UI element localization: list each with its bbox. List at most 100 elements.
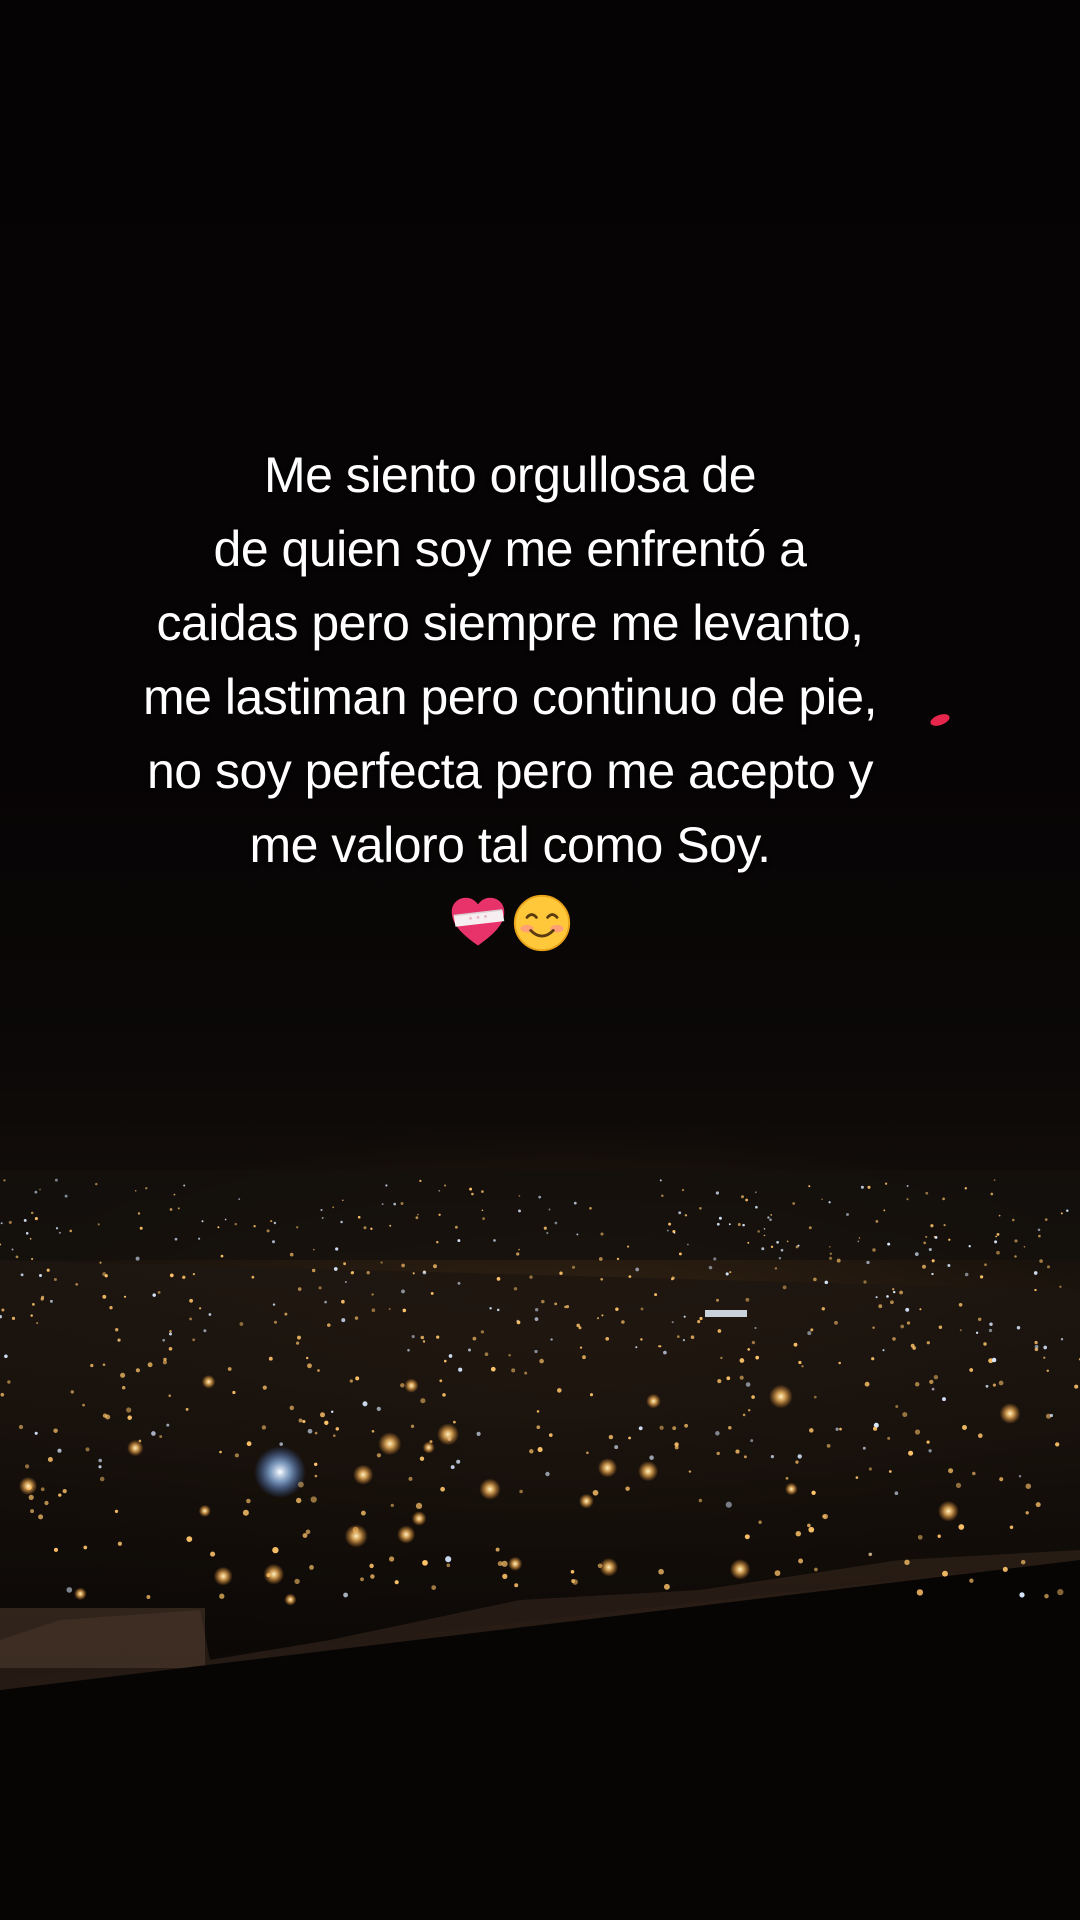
city-light bbox=[120, 1372, 126, 1378]
city-light bbox=[343, 1592, 348, 1598]
city-light bbox=[985, 1384, 989, 1388]
city-light bbox=[745, 1382, 751, 1387]
city-light bbox=[298, 1418, 303, 1423]
city-light bbox=[638, 1426, 643, 1431]
blue-light-glow bbox=[254, 1446, 306, 1498]
city-light bbox=[272, 1303, 276, 1306]
city-light bbox=[453, 1420, 456, 1424]
city-light bbox=[518, 1248, 520, 1251]
city-light bbox=[408, 1476, 413, 1481]
city-light bbox=[481, 1190, 484, 1193]
city-light bbox=[821, 1307, 825, 1311]
city-light bbox=[890, 1300, 894, 1305]
city-light bbox=[102, 1363, 106, 1367]
city-light bbox=[355, 1376, 360, 1381]
city-light bbox=[314, 1474, 318, 1478]
city-light bbox=[578, 1326, 582, 1330]
city-light bbox=[516, 1252, 520, 1256]
city-light bbox=[813, 1395, 817, 1399]
city-light bbox=[811, 1490, 816, 1495]
city-light bbox=[1014, 1239, 1018, 1243]
mending-heart-icon bbox=[451, 897, 505, 946]
city-light bbox=[415, 1216, 419, 1220]
city-light bbox=[332, 1434, 336, 1438]
city-light bbox=[739, 1375, 744, 1380]
street-lamp-glow bbox=[397, 1525, 416, 1544]
city-light bbox=[554, 1221, 558, 1225]
city-light bbox=[661, 1194, 664, 1197]
city-light bbox=[557, 1388, 562, 1393]
city-light bbox=[296, 1226, 299, 1229]
city-light bbox=[380, 1261, 383, 1264]
city-light bbox=[537, 1447, 543, 1453]
city-light bbox=[894, 1491, 899, 1496]
city-light bbox=[234, 1453, 239, 1458]
city-light bbox=[169, 1329, 172, 1333]
city-light bbox=[863, 1280, 867, 1284]
city-light bbox=[53, 1428, 58, 1433]
city-light bbox=[162, 1360, 167, 1365]
city-light bbox=[625, 1486, 630, 1491]
city-light bbox=[168, 1346, 173, 1351]
city-light bbox=[524, 1371, 528, 1375]
city-light bbox=[866, 1260, 870, 1265]
city-light bbox=[994, 1240, 998, 1244]
city-light bbox=[246, 1441, 252, 1447]
city-light bbox=[448, 1354, 453, 1358]
city-light bbox=[882, 1349, 885, 1352]
city-light bbox=[996, 1250, 1000, 1255]
city-light bbox=[306, 1356, 309, 1360]
city-light bbox=[198, 1237, 201, 1240]
city-light bbox=[529, 1275, 533, 1279]
city-light bbox=[490, 1366, 496, 1372]
city-light bbox=[102, 1272, 107, 1277]
city-light bbox=[586, 1451, 589, 1455]
city-light bbox=[888, 1470, 892, 1473]
city-light bbox=[972, 1471, 976, 1476]
city-light bbox=[937, 1534, 941, 1538]
city-light bbox=[389, 1224, 392, 1227]
city-light bbox=[810, 1328, 814, 1332]
city-light bbox=[742, 1413, 746, 1417]
city-light bbox=[415, 1502, 423, 1510]
city-light bbox=[284, 1312, 288, 1316]
caption-text: Me siento orgullosa de de quien soy me e… bbox=[60, 438, 960, 960]
city-light bbox=[49, 1299, 53, 1303]
city-light bbox=[742, 1223, 745, 1227]
city-light bbox=[1038, 1234, 1041, 1238]
city-light bbox=[305, 1529, 311, 1535]
city-light bbox=[640, 1307, 644, 1311]
city-light bbox=[8, 1220, 12, 1224]
city-light bbox=[341, 1318, 346, 1323]
city-light bbox=[458, 1367, 463, 1372]
city-light bbox=[813, 1277, 817, 1282]
city-light bbox=[324, 1300, 327, 1304]
caption-line: de quien soy me enfrentó a bbox=[213, 521, 807, 577]
city-light bbox=[906, 1184, 909, 1188]
city-light bbox=[836, 1258, 841, 1263]
city-light bbox=[75, 1283, 79, 1286]
city-light bbox=[289, 1252, 294, 1257]
city-light bbox=[1019, 1592, 1025, 1598]
city-light bbox=[754, 1191, 757, 1194]
street-lamp-glow bbox=[19, 1476, 38, 1495]
city-light bbox=[864, 1381, 870, 1387]
city-light bbox=[268, 1356, 273, 1361]
city-light bbox=[203, 1329, 207, 1333]
city-light bbox=[541, 1299, 545, 1304]
city-light bbox=[519, 1489, 523, 1494]
caption-line: no soy perfecta pero me acepto y bbox=[146, 743, 874, 799]
city-light bbox=[668, 1222, 672, 1226]
city-light bbox=[11, 1248, 14, 1251]
city-light bbox=[420, 1335, 425, 1340]
city-light bbox=[554, 1302, 558, 1306]
city-light bbox=[496, 1308, 500, 1312]
city-light bbox=[906, 1321, 911, 1325]
city-light bbox=[534, 1349, 538, 1354]
city-light bbox=[798, 1360, 802, 1365]
city-light bbox=[755, 1205, 758, 1209]
city-light bbox=[430, 1291, 434, 1295]
city-light bbox=[1074, 1384, 1079, 1389]
city-light bbox=[1025, 1511, 1029, 1515]
city-light bbox=[969, 1578, 974, 1583]
